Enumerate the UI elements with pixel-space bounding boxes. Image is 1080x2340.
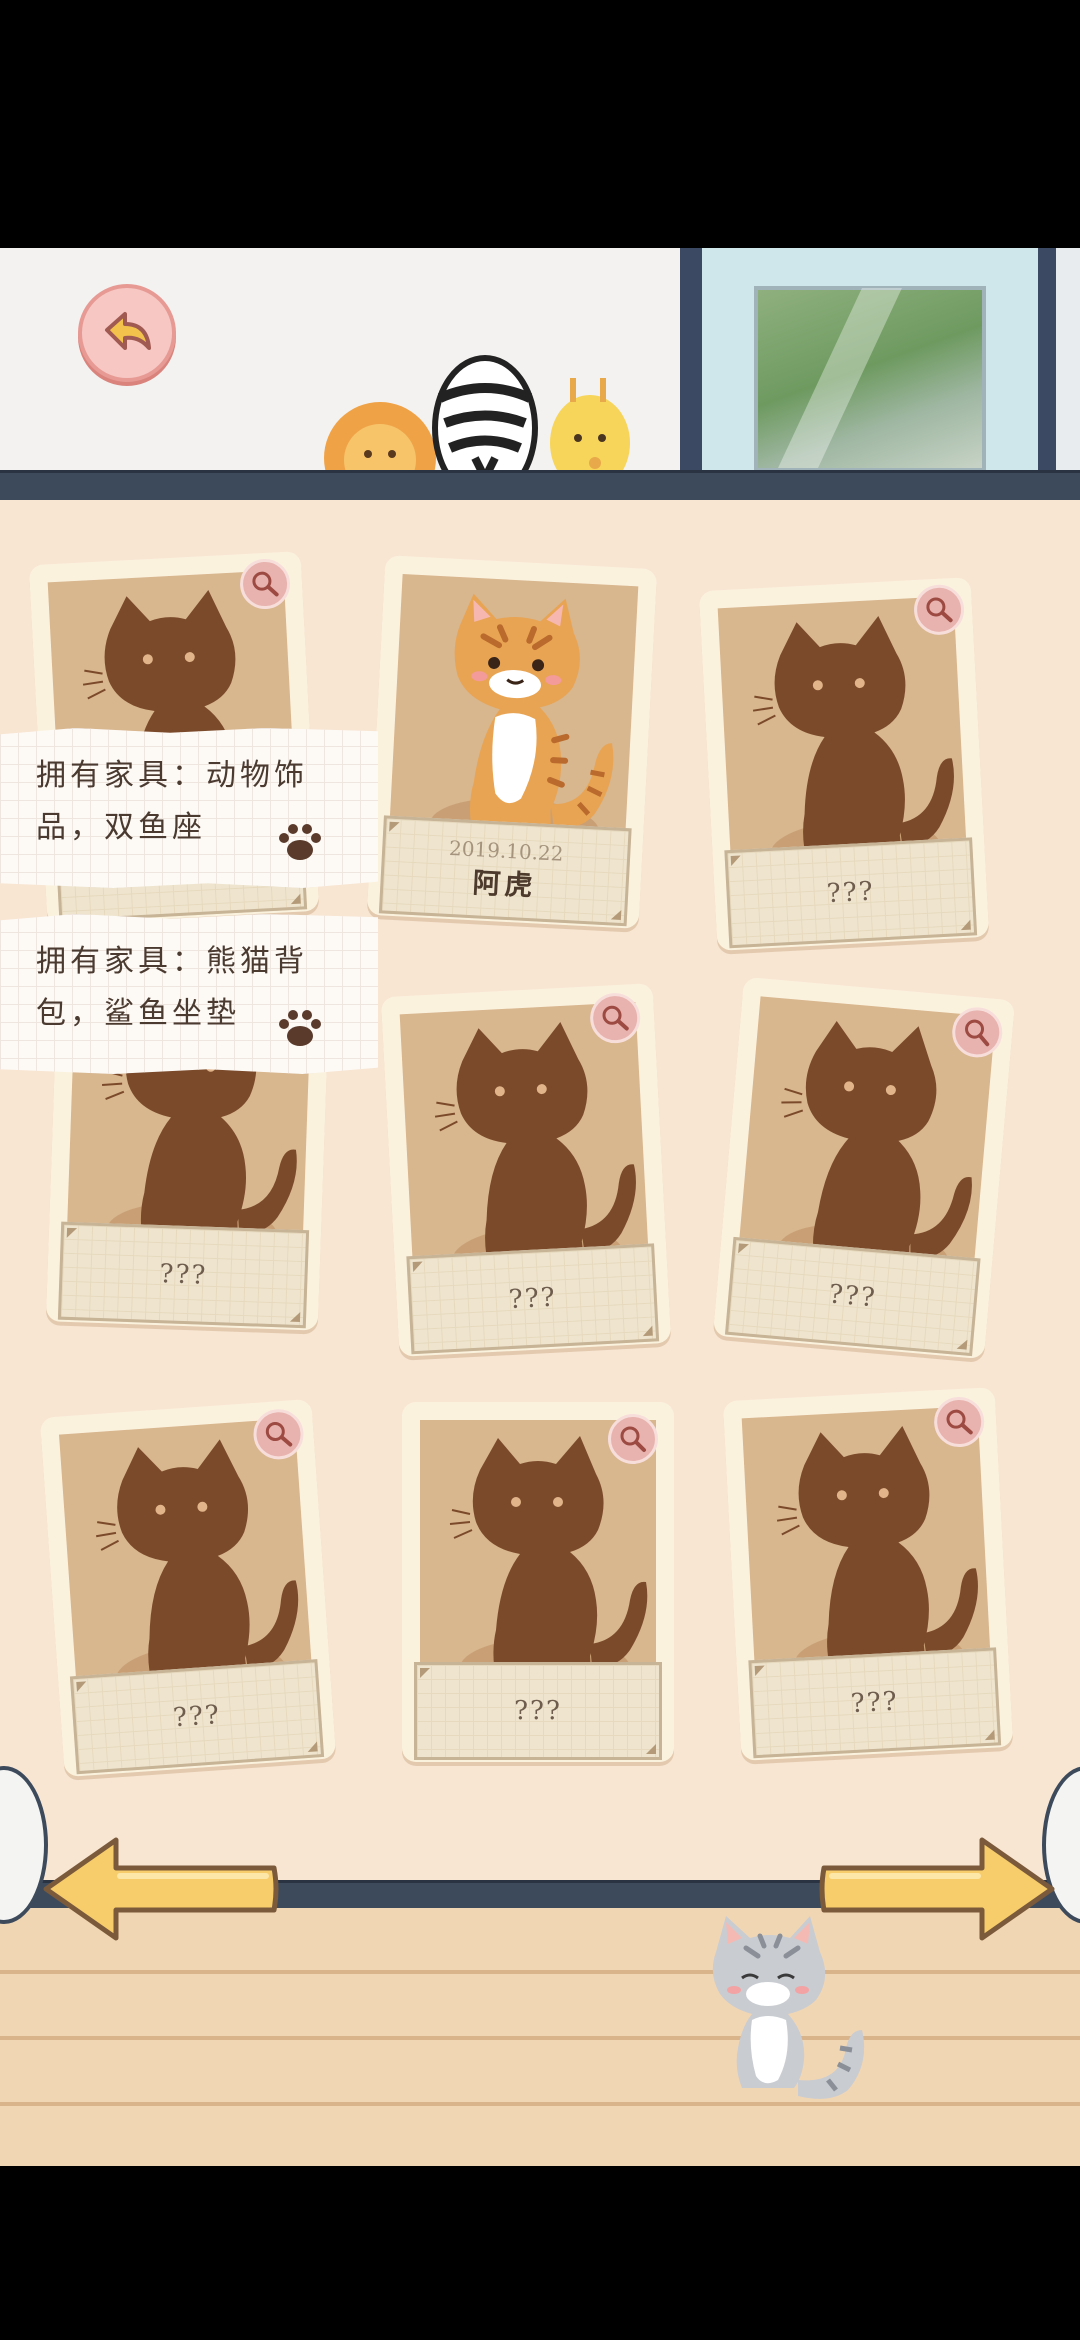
magnify-button[interactable] <box>608 1414 658 1464</box>
bottom-bar <box>0 2166 1080 2340</box>
zebra-plush-icon <box>432 355 538 472</box>
paw-icon <box>279 1010 321 1046</box>
note-text: 拥有家具：熊猫背包，鲨鱼坐垫 <box>36 944 308 1031</box>
cat-photo <box>717 596 967 867</box>
paw-icon <box>279 824 321 860</box>
cat-name: 阿虎 <box>471 866 538 903</box>
name-plate: ??? <box>724 1236 981 1357</box>
name-plate: ??? <box>414 1662 662 1760</box>
cat-card-9[interactable]: ??? <box>722 1387 1014 1761</box>
name-plate: ??? <box>69 1659 325 1775</box>
magnify-icon <box>620 1426 646 1452</box>
name-plate: ??? <box>724 837 978 949</box>
cat-name: ??? <box>514 1696 562 1726</box>
cat-silhouette-icon <box>400 1012 649 1272</box>
name-plate: ??? <box>748 1647 1002 1759</box>
furniture-note-1: 拥有家具：动物饰品，双鱼座 <box>0 728 378 888</box>
name-plate: ??? <box>406 1243 660 1355</box>
magnify-icon <box>265 1422 293 1447</box>
cat-silhouette-icon <box>718 606 967 866</box>
cat-photo <box>58 1418 313 1692</box>
cat-card-8[interactable]: ??? <box>402 1402 674 1762</box>
name-plate: 2019.10.22 阿虎 <box>378 815 632 927</box>
grey-cat-mascot-icon <box>712 1916 865 2099</box>
name-plate: ??? <box>57 1221 310 1329</box>
prev-page-button[interactable] <box>40 1836 280 1942</box>
back-button[interactable] <box>78 284 176 382</box>
cat-name: ??? <box>826 876 876 910</box>
cat-silhouette-icon <box>420 1430 656 1678</box>
magnify-icon <box>946 1409 973 1435</box>
cat-name: ??? <box>827 1279 878 1314</box>
lion-plush-icon <box>324 402 436 472</box>
giraffe-plush-icon <box>550 378 630 472</box>
tabby-cat-icon <box>454 593 614 841</box>
wall-edge <box>1056 248 1080 472</box>
adopt-date: 2019.10.22 <box>448 835 565 866</box>
cat-name: ??? <box>850 1686 900 1720</box>
cat-name: ??? <box>159 1259 208 1291</box>
cat-card-7[interactable]: ??? <box>39 1398 337 1778</box>
cat-silhouette-icon <box>60 1428 313 1692</box>
cat-card-6[interactable]: ??? <box>712 976 1016 1360</box>
magnify-icon <box>965 1019 990 1047</box>
furniture-note-2: 拥有家具：熊猫背包，鲨鱼坐垫 <box>0 914 378 1074</box>
cat-card-2[interactable]: 2019.10.22 阿虎 <box>366 555 658 929</box>
magnify-icon <box>926 597 953 623</box>
plush-toys-decoration <box>324 355 630 472</box>
cat-card-5[interactable]: ??? <box>380 983 672 1357</box>
note-text: 拥有家具：动物饰品，双鱼座 <box>36 758 308 845</box>
magnify-icon <box>602 1005 629 1031</box>
cat-name: ??? <box>508 1282 558 1316</box>
back-arrow-icon <box>105 312 151 350</box>
cat-name: ??? <box>172 1700 222 1734</box>
cat-card-3[interactable]: ??? <box>698 577 990 951</box>
magnify-icon <box>252 571 279 597</box>
cat-photo <box>389 574 639 845</box>
cat-silhouette-icon <box>742 1416 991 1676</box>
